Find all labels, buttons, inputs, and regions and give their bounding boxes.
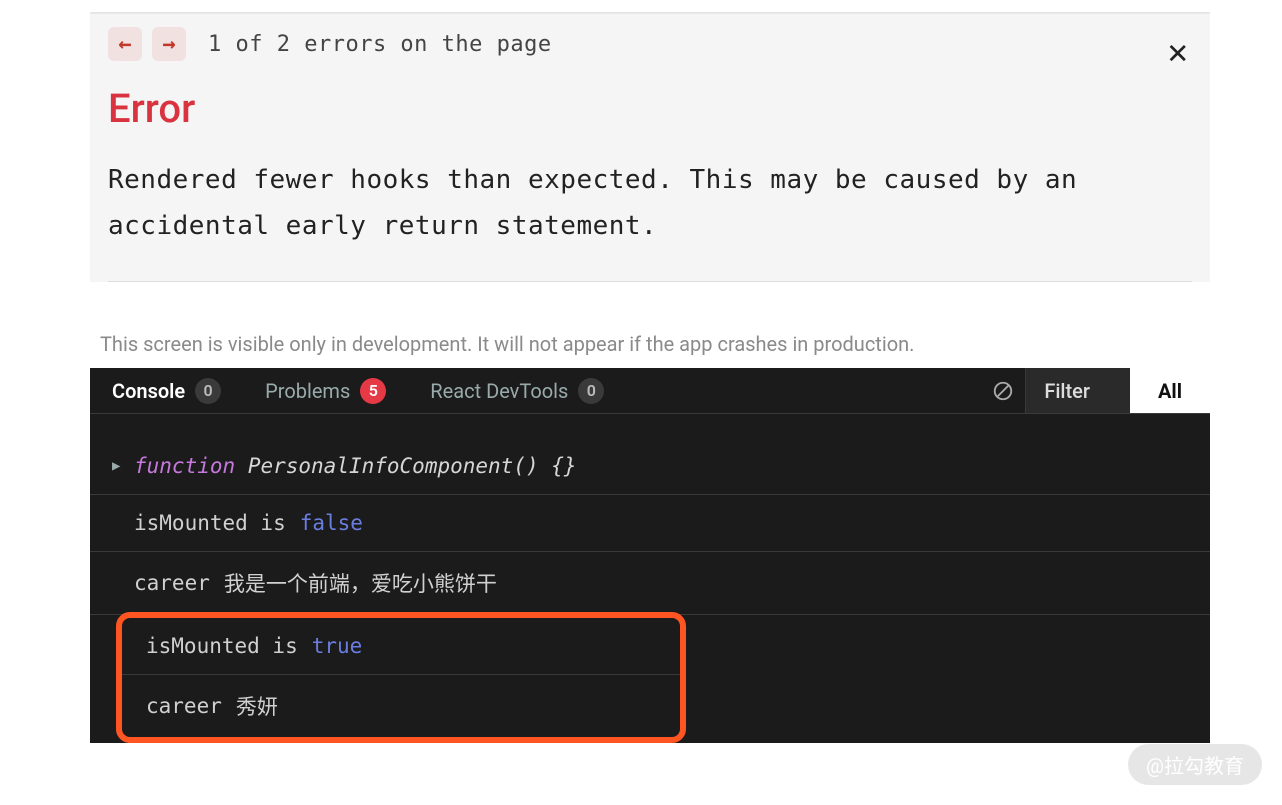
tab-badge: 0	[578, 378, 604, 404]
error-title: Error	[90, 71, 1210, 140]
log-value: 秀妍	[236, 691, 278, 721]
error-overlay: ← → 1 of 2 errors on the page ✕ Error Re…	[90, 12, 1210, 282]
tab-label: Console	[112, 379, 185, 403]
close-button[interactable]: ✕	[1168, 35, 1188, 69]
log-value-bool: true	[312, 634, 363, 658]
log-row-function[interactable]: ▶ function PersonalInfoComponent() {}	[90, 414, 1210, 495]
log-row[interactable]: isMounted is false	[90, 495, 1210, 552]
log-level-selector[interactable]: All	[1130, 368, 1210, 413]
prev-error-button[interactable]: ←	[108, 27, 142, 61]
tab-badge: 5	[360, 378, 386, 404]
watermark: @拉勾教育	[1128, 744, 1262, 785]
console-log-list: ▶ function PersonalInfoComponent() {} is…	[90, 414, 1210, 743]
log-label: career	[134, 571, 210, 595]
devtools-panel: Console 0 Problems 5 React DevTools 0 Fi…	[90, 368, 1210, 743]
log-row[interactable]: isMounted is true	[122, 618, 680, 675]
highlighted-log-group: isMounted is true career 秀妍	[116, 612, 686, 743]
error-counter: 1 of 2 errors on the page	[208, 32, 552, 57]
log-label: isMounted is	[146, 634, 298, 658]
error-nav-row: ← → 1 of 2 errors on the page	[90, 13, 1210, 71]
devtools-tabbar: Console 0 Problems 5 React DevTools 0 Fi…	[90, 368, 1210, 414]
tab-console[interactable]: Console 0	[90, 368, 243, 413]
clear-console-button[interactable]	[981, 368, 1025, 413]
tab-label: Problems	[265, 379, 350, 403]
log-row[interactable]: career 秀妍	[122, 675, 680, 737]
clear-icon	[992, 380, 1014, 402]
tab-badge: 0	[195, 378, 221, 404]
divider	[108, 281, 1192, 282]
function-name: PersonalInfoComponent() {}	[248, 454, 577, 478]
log-value-bool: false	[300, 511, 363, 535]
log-label: isMounted is	[134, 511, 286, 535]
log-value: 我是一个前端，爱吃小熊饼干	[224, 568, 497, 598]
tab-label: React DevTools	[430, 379, 568, 403]
error-message: Rendered fewer hooks than expected. This…	[90, 140, 1210, 281]
keyword-function: function	[134, 454, 235, 478]
tab-problems[interactable]: Problems 5	[243, 368, 408, 413]
log-label: career	[146, 694, 222, 718]
filter-input[interactable]: Filter	[1025, 368, 1130, 413]
next-error-button[interactable]: →	[152, 27, 186, 61]
log-row[interactable]: career 我是一个前端，爱吃小熊饼干	[90, 552, 1210, 615]
dev-only-note: This screen is visible only in developme…	[90, 282, 1210, 368]
disclosure-icon[interactable]: ▶	[112, 458, 120, 474]
tab-react-devtools[interactable]: React DevTools 0	[408, 368, 626, 413]
